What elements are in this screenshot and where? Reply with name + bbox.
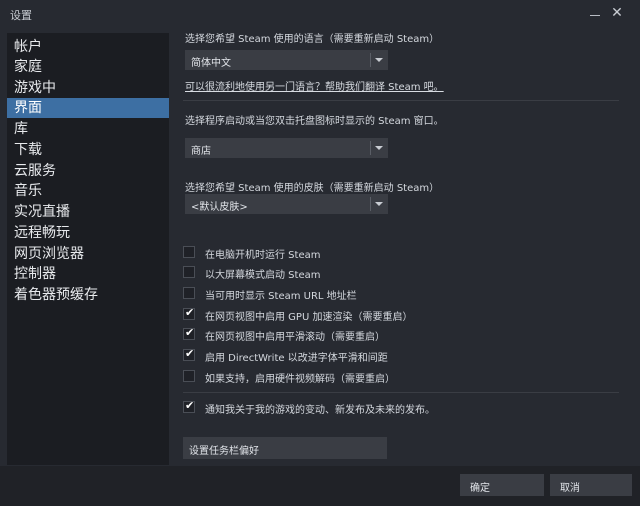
checkbox-label: 在网页视图中启用平滑滚动（需要重启） (205, 332, 385, 343)
skin-dropdown[interactable]: <默认皮肤> (185, 194, 388, 214)
check-icon: ✔ (185, 326, 195, 339)
sidebar-item-library[interactable]: 库 (7, 119, 169, 139)
cancel-button-label: 取消 (560, 483, 580, 494)
startup-window-value: 商店 (191, 146, 211, 157)
checkbox-label: 启用 DirectWrite 以改进字体平滑和间距 (205, 353, 388, 364)
title-bar[interactable]: 设置 ✕ (0, 0, 640, 28)
dropdown-separator (370, 141, 371, 155)
sidebar-item-interface[interactable]: 界面 (7, 98, 169, 118)
checkbox-label: 通知我关于我的游戏的变动、新发布及未来的发布。 (205, 405, 435, 416)
skin-value: <默认皮肤> (191, 202, 248, 213)
dropdown-separator (370, 197, 371, 211)
taskbar-preferences-label: 设置任务栏偏好 (189, 446, 259, 457)
checkbox-label: 在电脑开机时运行 Steam (205, 250, 321, 261)
settings-sidebar: 帐户 家庭 游戏中 界面 库 下载 云服务 音乐 实况直播 远程畅玩 网页浏览器… (7, 33, 169, 465)
checkbox[interactable]: ✔ (183, 347, 195, 361)
taskbar-preferences-button[interactable]: 设置任务栏偏好 (183, 437, 387, 459)
startup-window-dropdown[interactable]: 商店 (185, 138, 388, 158)
language-dropdown[interactable]: 简体中文 (185, 50, 388, 70)
window-title: 设置 (10, 9, 32, 22)
section-divider (183, 100, 619, 101)
settings-window: 设置 ✕ 帐户 家庭 游戏中 界面 库 下载 云服务 音乐 实况直播 远程畅玩 … (0, 0, 640, 506)
chevron-down-icon (375, 202, 383, 206)
sidebar-item-controller[interactable]: 控制器 (7, 264, 169, 284)
checkbox-label: 在网页视图中启用 GPU 加速渲染（需要重启） (205, 312, 413, 323)
checkbox[interactable]: ✔ (183, 399, 195, 413)
chevron-down-icon (375, 58, 383, 62)
close-button[interactable]: ✕ (608, 4, 626, 22)
chevron-down-icon (375, 146, 383, 150)
checkbox[interactable] (183, 266, 195, 278)
ok-button[interactable]: 确定 (460, 474, 544, 496)
section-divider (183, 392, 619, 393)
sidebar-item-remote-play[interactable]: 远程畅玩 (7, 223, 169, 243)
sidebar-item-shader-cache[interactable]: 着色器预缓存 (7, 285, 169, 305)
check-icon: ✔ (185, 399, 195, 412)
check-icon: ✔ (185, 347, 195, 360)
language-label: 选择您希望 Steam 使用的语言（需要重新启动 Steam） (185, 34, 440, 45)
checkbox-label: 当可用时显示 Steam URL 地址栏 (205, 291, 357, 302)
checkbox[interactable] (183, 370, 195, 382)
startup-window-label: 选择程序启动或当您双击托盘图标时显示的 Steam 窗口。 (185, 116, 444, 127)
checkbox[interactable]: ✔ (183, 306, 195, 320)
cancel-button[interactable]: 取消 (550, 474, 632, 496)
sidebar-item-downloads[interactable]: 下载 (7, 140, 169, 160)
checkbox[interactable] (183, 246, 195, 258)
dropdown-separator (370, 53, 371, 67)
ok-button-label: 确定 (470, 483, 490, 494)
skin-label: 选择您希望 Steam 使用的皮肤（需要重新启动 Steam） (185, 183, 440, 194)
language-value: 简体中文 (191, 58, 231, 69)
checkbox[interactable]: ✔ (183, 326, 195, 340)
checkbox-label: 如果支持，启用硬件视频解码（需要重启） (205, 374, 395, 385)
sidebar-item-cloud[interactable]: 云服务 (7, 161, 169, 181)
dialog-footer (0, 466, 640, 506)
checkbox-label: 以大屏幕模式启动 Steam (205, 270, 321, 281)
checkbox[interactable] (183, 287, 195, 299)
sidebar-item-family[interactable]: 家庭 (7, 57, 169, 77)
sidebar-item-music[interactable]: 音乐 (7, 181, 169, 201)
translate-link[interactable]: 可以很流利地使用另一门语言？帮助我们翻译 Steam 吧。 (185, 78, 444, 93)
sidebar-item-account[interactable]: 帐户 (7, 37, 169, 57)
interface-settings-panel: 选择您希望 Steam 使用的语言（需要重新启动 Steam） 简体中文 可以很… (169, 26, 633, 466)
sidebar-item-broadcasting[interactable]: 实况直播 (7, 202, 169, 222)
sidebar-item-web-browser[interactable]: 网页浏览器 (7, 244, 169, 264)
sidebar-item-in-game[interactable]: 游戏中 (7, 78, 169, 98)
minimize-button[interactable] (588, 6, 602, 18)
check-icon: ✔ (185, 306, 195, 319)
